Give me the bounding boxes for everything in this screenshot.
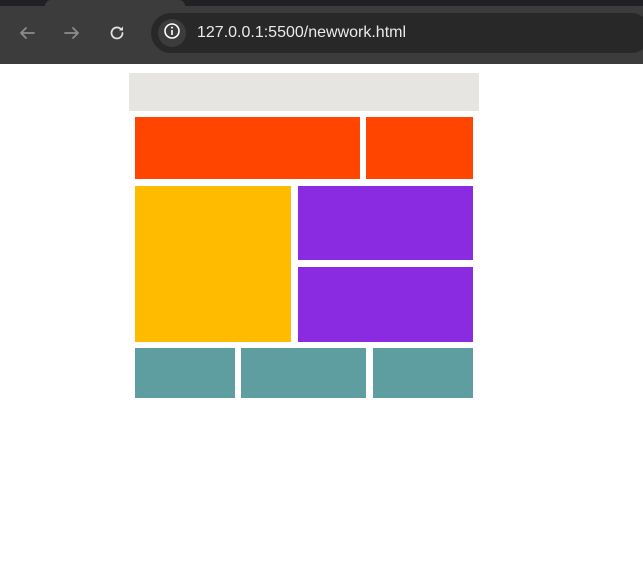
header-bar bbox=[129, 73, 479, 111]
arrow-left-icon bbox=[18, 24, 36, 42]
back-button[interactable] bbox=[14, 20, 40, 46]
arrow-right-icon bbox=[63, 24, 81, 42]
info-icon bbox=[163, 22, 181, 45]
teal-block-middle bbox=[241, 348, 366, 398]
red-block-narrow bbox=[366, 117, 473, 179]
red-block-wide bbox=[135, 117, 360, 179]
teal-block-right bbox=[373, 348, 473, 398]
reload-button[interactable] bbox=[104, 20, 130, 46]
reload-icon bbox=[108, 24, 126, 42]
url-text[interactable]: 127.0.0.1:5500/newwork.html bbox=[197, 24, 406, 42]
yellow-block bbox=[135, 186, 291, 342]
purple-block-top bbox=[298, 186, 473, 260]
tab-strip bbox=[0, 0, 643, 6]
browser-toolbar: 127.0.0.1:5500/newwork.html bbox=[0, 0, 643, 64]
purple-block-bottom bbox=[298, 267, 473, 342]
forward-button[interactable] bbox=[59, 20, 85, 46]
address-bar[interactable]: 127.0.0.1:5500/newwork.html bbox=[151, 13, 643, 53]
teal-block-left bbox=[135, 348, 235, 398]
page-viewport bbox=[0, 64, 643, 582]
active-tab[interactable] bbox=[45, 0, 185, 6]
site-info-button[interactable] bbox=[158, 19, 186, 47]
